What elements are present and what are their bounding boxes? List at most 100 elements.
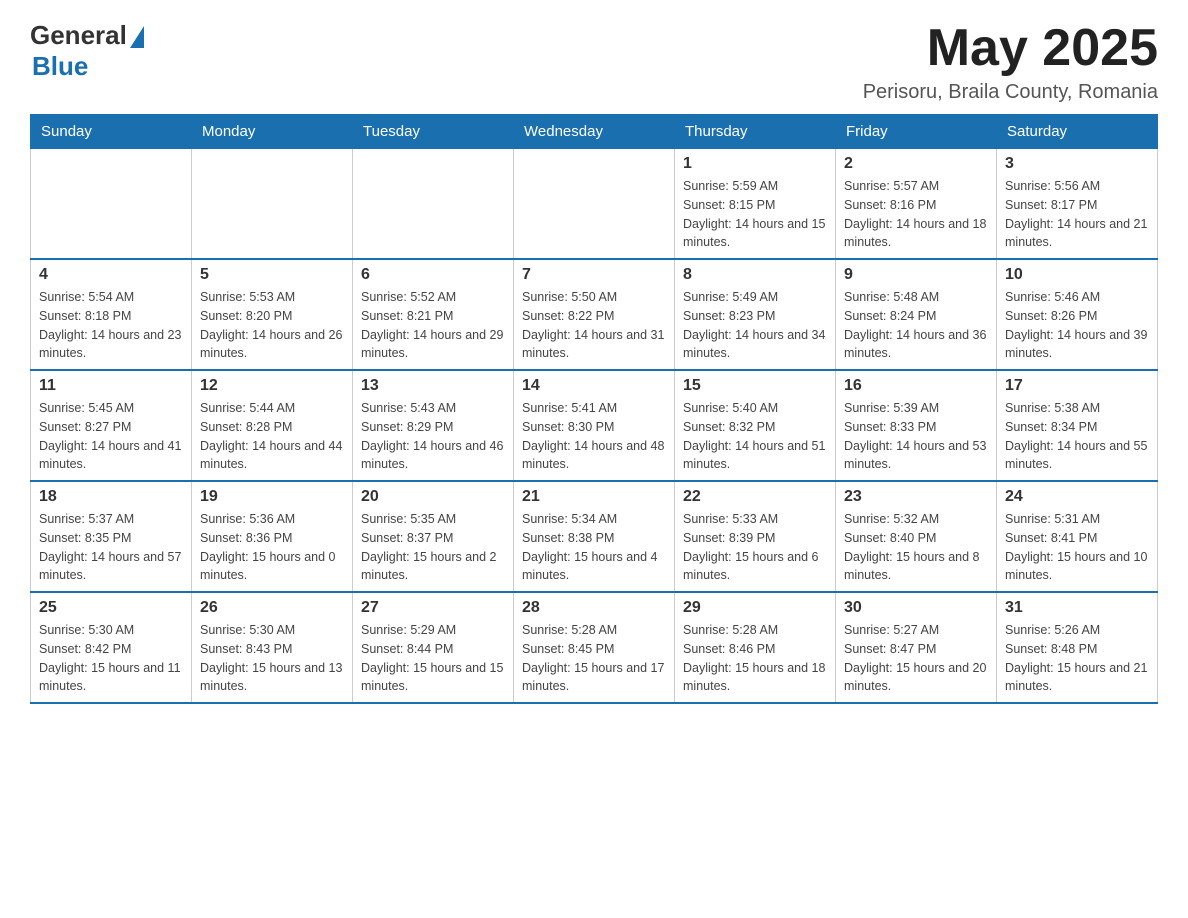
logo-general: General: [30, 20, 127, 51]
calendar-day-cell: 24 Sunrise: 5:31 AMSunset: 8:41 PMDayligh…: [997, 481, 1158, 592]
day-info: Sunrise: 5:26 AMSunset: 8:48 PMDaylight:…: [1005, 621, 1149, 696]
day-number: 1: [683, 155, 827, 173]
day-info: Sunrise: 5:40 AMSunset: 8:32 PMDaylight:…: [683, 399, 827, 474]
day-info: Sunrise: 5:27 AMSunset: 8:47 PMDaylight:…: [844, 621, 988, 696]
day-info: Sunrise: 5:56 AMSunset: 8:17 PMDaylight:…: [1005, 177, 1149, 252]
calendar-day-cell: 7 Sunrise: 5:50 AMSunset: 8:22 PMDaylight…: [514, 259, 675, 370]
logo-triangle-icon: [130, 26, 144, 48]
day-number: 15: [683, 377, 827, 395]
day-info: Sunrise: 5:32 AMSunset: 8:40 PMDaylight:…: [844, 510, 988, 585]
day-number: 27: [361, 599, 505, 617]
day-number: 28: [522, 599, 666, 617]
logo-blue: Blue: [32, 51, 88, 82]
calendar-day-cell: 16 Sunrise: 5:39 AMSunset: 8:33 PMDayligh…: [836, 370, 997, 481]
day-number: 4: [39, 266, 183, 284]
day-info: Sunrise: 5:59 AMSunset: 8:15 PMDaylight:…: [683, 177, 827, 252]
day-info: Sunrise: 5:38 AMSunset: 8:34 PMDaylight:…: [1005, 399, 1149, 474]
day-info: Sunrise: 5:52 AMSunset: 8:21 PMDaylight:…: [361, 288, 505, 363]
day-info: Sunrise: 5:39 AMSunset: 8:33 PMDaylight:…: [844, 399, 988, 474]
day-number: 8: [683, 266, 827, 284]
day-info: Sunrise: 5:45 AMSunset: 8:27 PMDaylight:…: [39, 399, 183, 474]
day-number: 20: [361, 488, 505, 506]
day-info: Sunrise: 5:49 AMSunset: 8:23 PMDaylight:…: [683, 288, 827, 363]
day-number: 10: [1005, 266, 1149, 284]
calendar-day-cell: 29Sunrise: 5:28 AMSunset: 8:46 PMDayligh…: [675, 592, 836, 703]
calendar-day-cell: 20Sunrise: 5:35 AMSunset: 8:37 PMDayligh…: [353, 481, 514, 592]
weekday-header-tuesday: Tuesday: [353, 115, 514, 149]
calendar-day-cell: 6Sunrise: 5:52 AMSunset: 8:21 PMDaylight…: [353, 259, 514, 370]
day-info: Sunrise: 5:36 AMSunset: 8:36 PMDaylight:…: [200, 510, 344, 585]
day-number: 24: [1005, 488, 1149, 506]
calendar-day-cell: 3 Sunrise: 5:56 AMSunset: 8:17 PMDaylight…: [997, 149, 1158, 260]
day-number: 29: [683, 599, 827, 617]
calendar-day-cell: 22Sunrise: 5:33 AMSunset: 8:39 PMDayligh…: [675, 481, 836, 592]
calendar-week-row: 25 Sunrise: 5:30 AMSunset: 8:42 PMDayligh…: [31, 592, 1158, 703]
calendar-day-cell: 1 Sunrise: 5:59 AMSunset: 8:15 PMDaylight…: [675, 149, 836, 260]
day-number: 17: [1005, 377, 1149, 395]
day-number: 31: [1005, 599, 1149, 617]
day-info: Sunrise: 5:48 AMSunset: 8:24 PMDaylight:…: [844, 288, 988, 363]
calendar-week-row: 4 Sunrise: 5:54 AMSunset: 8:18 PMDaylight…: [31, 259, 1158, 370]
weekday-header-friday: Friday: [836, 115, 997, 149]
calendar-day-cell: [192, 149, 353, 260]
calendar-day-cell: 14 Sunrise: 5:41 AMSunset: 8:30 PMDayligh…: [514, 370, 675, 481]
calendar-day-cell: 9 Sunrise: 5:48 AMSunset: 8:24 PMDaylight…: [836, 259, 997, 370]
page-header: General Blue May 2025 Perisoru, Braila C…: [30, 20, 1158, 104]
weekday-header-thursday: Thursday: [675, 115, 836, 149]
day-info: Sunrise: 5:28 AMSunset: 8:45 PMDaylight:…: [522, 621, 666, 696]
day-info: Sunrise: 5:31 AMSunset: 8:41 PMDaylight:…: [1005, 510, 1149, 585]
day-number: 11: [39, 377, 183, 395]
calendar-day-cell: 12 Sunrise: 5:44 AMSunset: 8:28 PMDayligh…: [192, 370, 353, 481]
day-number: 13: [361, 377, 505, 395]
day-info: Sunrise: 5:54 AMSunset: 8:18 PMDaylight:…: [39, 288, 183, 363]
calendar-day-cell: 23 Sunrise: 5:32 AMSunset: 8:40 PMDayligh…: [836, 481, 997, 592]
day-info: Sunrise: 5:29 AMSunset: 8:44 PMDaylight:…: [361, 621, 505, 696]
calendar-day-cell: 5Sunrise: 5:53 AMSunset: 8:20 PMDaylight…: [192, 259, 353, 370]
day-number: 23: [844, 488, 988, 506]
day-number: 7: [522, 266, 666, 284]
calendar-day-cell: 27 Sunrise: 5:29 AMSunset: 8:44 PMDayligh…: [353, 592, 514, 703]
calendar-day-cell: 30 Sunrise: 5:27 AMSunset: 8:47 PMDayligh…: [836, 592, 997, 703]
calendar-day-cell: 11 Sunrise: 5:45 AMSunset: 8:27 PMDayligh…: [31, 370, 192, 481]
day-info: Sunrise: 5:34 AMSunset: 8:38 PMDaylight:…: [522, 510, 666, 585]
day-info: Sunrise: 5:30 AMSunset: 8:42 PMDaylight:…: [39, 621, 183, 696]
title-section: May 2025 Perisoru, Braila County, Romani…: [863, 20, 1158, 104]
day-number: 16: [844, 377, 988, 395]
logo: General Blue: [30, 20, 144, 82]
calendar-day-cell: [353, 149, 514, 260]
day-number: 25: [39, 599, 183, 617]
calendar-week-row: 11 Sunrise: 5:45 AMSunset: 8:27 PMDayligh…: [31, 370, 1158, 481]
day-number: 21: [522, 488, 666, 506]
day-number: 12: [200, 377, 344, 395]
calendar-week-row: 18Sunrise: 5:37 AMSunset: 8:35 PMDayligh…: [31, 481, 1158, 592]
day-number: 30: [844, 599, 988, 617]
calendar-day-cell: 13Sunrise: 5:43 AMSunset: 8:29 PMDayligh…: [353, 370, 514, 481]
location-subtitle: Perisoru, Braila County, Romania: [863, 81, 1158, 104]
day-number: 3: [1005, 155, 1149, 173]
calendar-day-cell: 17 Sunrise: 5:38 AMSunset: 8:34 PMDayligh…: [997, 370, 1158, 481]
weekday-header-saturday: Saturday: [997, 115, 1158, 149]
day-number: 19: [200, 488, 344, 506]
day-info: Sunrise: 5:44 AMSunset: 8:28 PMDaylight:…: [200, 399, 344, 474]
calendar-day-cell: [514, 149, 675, 260]
day-number: 14: [522, 377, 666, 395]
calendar-day-cell: 31 Sunrise: 5:26 AMSunset: 8:48 PMDayligh…: [997, 592, 1158, 703]
calendar-day-cell: 18Sunrise: 5:37 AMSunset: 8:35 PMDayligh…: [31, 481, 192, 592]
calendar-week-row: 1 Sunrise: 5:59 AMSunset: 8:15 PMDaylight…: [31, 149, 1158, 260]
calendar-day-cell: 19 Sunrise: 5:36 AMSunset: 8:36 PMDayligh…: [192, 481, 353, 592]
day-info: Sunrise: 5:30 AMSunset: 8:43 PMDaylight:…: [200, 621, 344, 696]
calendar-day-cell: 2Sunrise: 5:57 AMSunset: 8:16 PMDaylight…: [836, 149, 997, 260]
day-info: Sunrise: 5:46 AMSunset: 8:26 PMDaylight:…: [1005, 288, 1149, 363]
day-info: Sunrise: 5:50 AMSunset: 8:22 PMDaylight:…: [522, 288, 666, 363]
day-info: Sunrise: 5:57 AMSunset: 8:16 PMDaylight:…: [844, 177, 988, 252]
day-info: Sunrise: 5:33 AMSunset: 8:39 PMDaylight:…: [683, 510, 827, 585]
day-number: 9: [844, 266, 988, 284]
calendar-header-row: SundayMondayTuesdayWednesdayThursdayFrid…: [31, 115, 1158, 149]
day-info: Sunrise: 5:41 AMSunset: 8:30 PMDaylight:…: [522, 399, 666, 474]
calendar-day-cell: 25 Sunrise: 5:30 AMSunset: 8:42 PMDayligh…: [31, 592, 192, 703]
weekday-header-sunday: Sunday: [31, 115, 192, 149]
weekday-header-monday: Monday: [192, 115, 353, 149]
calendar-day-cell: 26Sunrise: 5:30 AMSunset: 8:43 PMDayligh…: [192, 592, 353, 703]
calendar-day-cell: [31, 149, 192, 260]
calendar-table: SundayMondayTuesdayWednesdayThursdayFrid…: [30, 114, 1158, 704]
